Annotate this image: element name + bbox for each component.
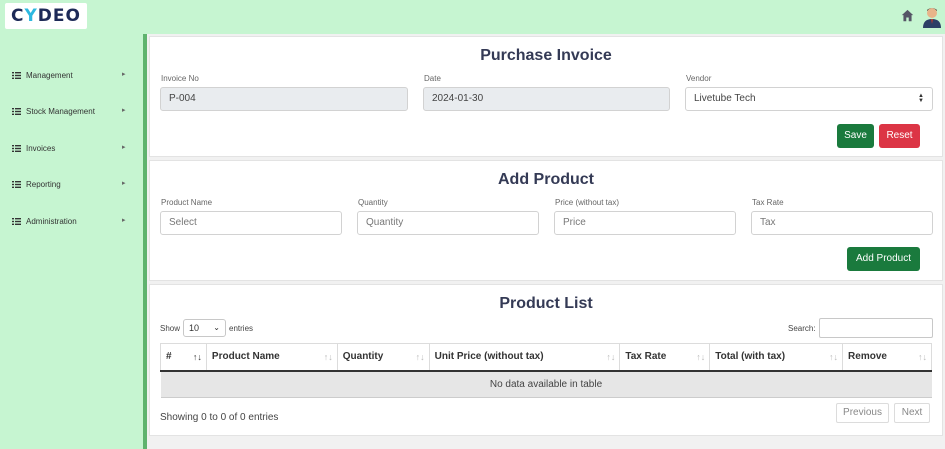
list-icon — [12, 218, 21, 225]
column-header-label: Unit Price (without tax) — [434, 351, 544, 363]
chevron-right-icon: ▸ — [122, 144, 126, 151]
price-input[interactable]: Price — [554, 211, 736, 235]
previous-page-button[interactable]: Previous — [836, 403, 889, 423]
select-arrows-icon: ▲ ▼ — [918, 93, 924, 104]
save-button[interactable]: Save — [837, 124, 874, 148]
purchase-invoice-title: Purchase Invoice — [480, 47, 612, 64]
price-label: Price (without tax) — [555, 198, 620, 207]
tax-rate-input[interactable]: Tax — [751, 211, 933, 235]
vendor-select[interactable]: Livetube Tech ▲ ▼ — [685, 87, 933, 111]
cydeo-logo[interactable]: CYDEO — [5, 3, 87, 29]
entries-selected-value: 10 — [189, 323, 200, 333]
column-header-label: # — [166, 351, 172, 363]
add-product-button[interactable]: Add Product — [847, 247, 920, 271]
entries-label: entries — [229, 324, 254, 333]
chevron-right-icon: ▸ — [122, 107, 126, 114]
sidebar-divider — [143, 34, 147, 449]
reset-button[interactable]: Reset — [879, 124, 920, 148]
sort-icon: ↑↓ — [696, 352, 706, 362]
sidebar-item-label: Administration — [26, 217, 77, 226]
next-page-button[interactable]: Next — [894, 403, 930, 423]
date-field[interactable]: 2024-01-30 — [423, 87, 670, 111]
product-list-title: Product List — [499, 295, 593, 312]
sidebar-item-label: Invoices — [26, 144, 56, 153]
sidebar: Management ▸ Stock Management ▸ Invoices… — [0, 34, 143, 449]
logo-text-start: C — [11, 6, 25, 26]
sidebar-item-reporting[interactable]: Reporting ▸ — [0, 175, 143, 195]
add-product-card: Add Product Product Name Select Quantity… — [149, 160, 943, 281]
sort-icon: ↑↓ — [415, 352, 425, 362]
user-avatar-icon[interactable] — [922, 6, 942, 28]
sort-ascending-icon: ↑↓ — [192, 352, 202, 362]
product-list-table: # ↑↓ Product Name ↑↓ Quantity ↑↓ Unit Price… — [160, 343, 932, 398]
column-header-unit-price[interactable]: Unit Price (without tax) ↑↓ — [428, 343, 621, 372]
sidebar-item-label: Management — [26, 71, 73, 80]
column-header-tax-rate[interactable]: Tax Rate ↑↓ — [619, 343, 711, 372]
column-header-label: Product Name — [211, 351, 280, 363]
table-header-row: # ↑↓ Product Name ↑↓ Quantity ↑↓ Unit Price… — [160, 343, 932, 372]
list-icon — [12, 72, 21, 79]
column-header-label: Tax Rate — [625, 351, 667, 363]
vendor-label: Vendor — [686, 74, 712, 83]
invoice-no-label: Invoice No — [161, 74, 199, 83]
column-header-total[interactable]: Total (with tax) ↑↓ — [709, 343, 844, 372]
quantity-input[interactable]: Quantity — [357, 211, 539, 235]
tax-rate-label: Tax Rate — [752, 198, 784, 207]
table-info-text: Showing 0 to 0 of 0 entries — [160, 412, 279, 423]
table-row: No data available in table — [160, 370, 932, 398]
sort-icon: ↑↓ — [323, 352, 333, 362]
purchase-invoice-card: Purchase Invoice Invoice No P-004 Date 2… — [149, 36, 943, 157]
chevron-down-icon: ⌄ — [213, 323, 220, 332]
invoice-no-field[interactable]: P-004 — [160, 87, 408, 111]
chevron-right-icon: ▸ — [122, 217, 126, 224]
sidebar-item-administration[interactable]: Administration ▸ — [0, 212, 143, 232]
column-header-label: Total (with tax) — [715, 351, 786, 363]
logo-text-end: DEO — [37, 6, 81, 26]
chevron-right-icon: ▸ — [122, 180, 126, 187]
column-header-product-name[interactable]: Product Name ↑↓ — [205, 343, 338, 372]
sidebar-item-label: Stock Management — [26, 107, 95, 116]
product-list-card: Product List Show 10 ⌄ entries Search: #… — [149, 284, 943, 436]
list-icon — [12, 108, 21, 115]
sidebar-item-invoices[interactable]: Invoices ▸ — [0, 139, 143, 159]
column-header-label: Remove — [848, 351, 887, 363]
date-label: Date — [424, 74, 441, 83]
column-header-remove[interactable]: Remove ↑↓ — [842, 343, 932, 372]
show-label: Show — [160, 324, 181, 333]
sidebar-item-stock-management[interactable]: Stock Management ▸ — [0, 102, 143, 122]
column-header-number[interactable]: # ↑↓ — [160, 343, 207, 372]
sort-icon: ↑↓ — [829, 352, 839, 362]
sort-icon: ↑↓ — [606, 352, 616, 362]
column-header-quantity[interactable]: Quantity ↑↓ — [336, 343, 430, 372]
search-label: Search: — [788, 324, 816, 333]
vendor-selected-value: Livetube Tech — [694, 93, 756, 104]
entries-per-page-select[interactable]: 10 ⌄ — [183, 319, 226, 337]
sort-icon: ↑↓ — [918, 352, 927, 362]
top-bar: CYDEO — [0, 0, 945, 34]
chevron-right-icon: ▸ — [122, 71, 126, 78]
home-icon[interactable] — [901, 9, 914, 22]
product-name-label: Product Name — [161, 198, 213, 207]
list-icon — [12, 145, 21, 152]
logo-text-accent: Y — [24, 6, 38, 26]
sidebar-item-management[interactable]: Management ▸ — [0, 66, 143, 86]
product-name-select[interactable]: Select — [160, 211, 342, 235]
add-product-title: Add Product — [498, 171, 594, 188]
list-icon — [12, 181, 21, 188]
quantity-label: Quantity — [358, 198, 388, 207]
column-header-label: Quantity — [342, 351, 384, 363]
table-search-input[interactable] — [819, 318, 933, 338]
empty-table-message: No data available in table — [160, 370, 932, 398]
sidebar-item-label: Reporting — [26, 180, 61, 189]
